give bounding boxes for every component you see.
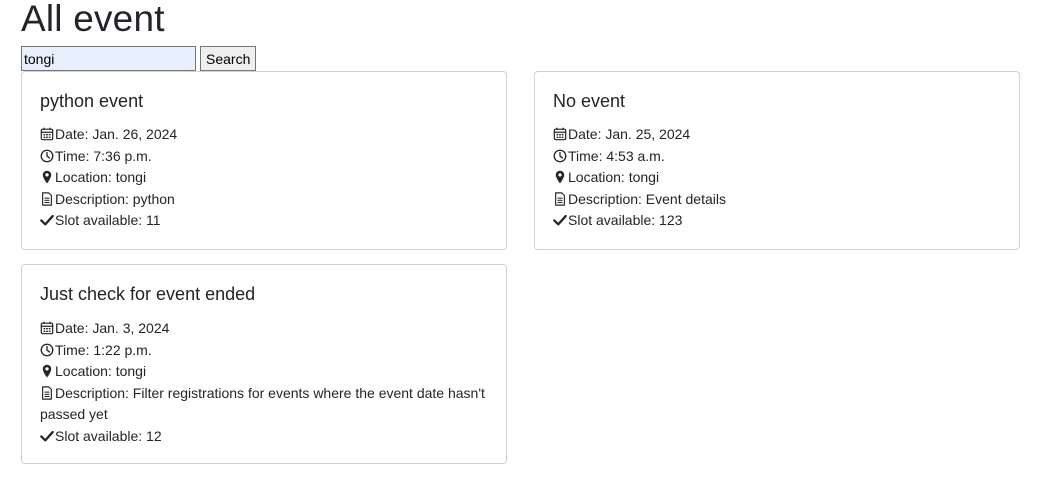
map-pin-icon	[40, 364, 54, 378]
event-card: Just check for event ended Date: Jan. 3,…	[21, 264, 507, 464]
calendar-icon	[553, 127, 567, 141]
event-description: Description: Filter registrations for ev…	[40, 383, 488, 426]
check-icon	[553, 213, 567, 227]
event-time: Time: 7:36 p.m.	[40, 146, 488, 168]
calendar-icon	[40, 321, 54, 335]
event-time: Time: 4:53 a.m.	[553, 146, 1001, 168]
check-icon	[40, 429, 54, 443]
event-slots: Slot available: 12	[40, 426, 488, 448]
event-time-text: Time: 4:53 a.m.	[568, 147, 665, 164]
event-date-text: Date: Jan. 26, 2024	[55, 126, 178, 142]
calendar-icon	[40, 127, 54, 141]
document-icon	[553, 192, 567, 206]
page-title: All event	[21, 0, 165, 39]
clock-icon	[40, 149, 54, 163]
event-slots-text: Slot available: 123	[568, 212, 683, 229]
event-location-text: Location: tongi	[55, 169, 147, 186]
check-icon	[40, 213, 54, 227]
event-slots-text: Slot available: 11	[55, 212, 161, 229]
document-icon	[40, 386, 54, 400]
event-card: No event Date: Jan. 25, 2024 Time: 4:53 …	[534, 71, 1020, 250]
clock-icon	[40, 343, 54, 357]
event-location: Location: tongi	[40, 361, 488, 383]
event-date: Date: Jan. 25, 2024	[553, 124, 1001, 146]
event-slots: Slot available: 123	[553, 210, 1001, 232]
event-description: Description: python	[40, 189, 488, 211]
event-title: No event	[553, 91, 626, 111]
event-description: Description: Event details	[553, 189, 1001, 211]
event-location-text: Location: tongi	[55, 363, 147, 380]
event-time-text: Time: 7:36 p.m.	[55, 147, 152, 164]
event-slots: Slot available: 11	[40, 210, 488, 232]
event-slots-text: Slot available: 12	[55, 427, 162, 444]
event-location: Location: tongi	[40, 167, 488, 189]
event-date-text: Date: Jan. 3, 2024	[55, 320, 170, 336]
document-icon	[40, 192, 54, 206]
event-card: python event Date: Jan. 26, 2024 Time: 7…	[21, 71, 507, 250]
event-time: Time: 1:22 p.m.	[40, 340, 488, 362]
map-pin-icon	[40, 170, 54, 184]
event-description-text: Description: Event details	[568, 190, 726, 207]
page: All event Search python event Date: Jan.…	[0, 0, 1060, 487]
event-title: Just check for event ended	[40, 284, 256, 304]
event-time-text: Time: 1:22 p.m.	[55, 341, 152, 358]
search-form: Search	[21, 46, 257, 71]
search-button[interactable]: Search	[200, 46, 257, 71]
event-title: python event	[40, 91, 144, 111]
event-location: Location: tongi	[553, 167, 1001, 189]
event-description-text: Description: Filter registrations for ev…	[40, 384, 485, 423]
event-location-text: Location: tongi	[568, 169, 660, 186]
event-date-text: Date: Jan. 25, 2024	[568, 126, 691, 142]
event-date: Date: Jan. 26, 2024	[40, 124, 488, 146]
event-date: Date: Jan. 3, 2024	[40, 318, 488, 340]
search-input[interactable]	[21, 46, 196, 71]
clock-icon	[553, 149, 567, 163]
event-description-text: Description: python	[55, 190, 175, 207]
map-pin-icon	[553, 170, 567, 184]
